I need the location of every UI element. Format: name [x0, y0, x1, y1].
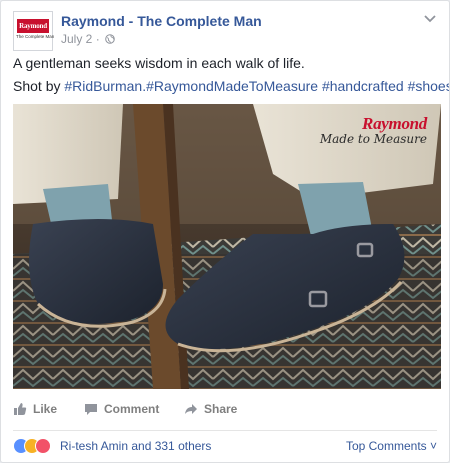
like-label: Like — [33, 402, 58, 416]
photo-brand-name: Raymond — [362, 114, 427, 133]
like-button[interactable]: Like — [13, 402, 57, 416]
post-photo[interactable]: Raymond Made to Measure — [13, 104, 441, 389]
post-date[interactable]: July 2 — [61, 32, 92, 46]
reaction-summary[interactable]: Ri-tesh Amin and 331 others — [60, 439, 211, 453]
shot-by-label: Shot by — [13, 78, 65, 94]
reactions-row: Ri-tesh Amin and 331 others Top Comments… — [13, 435, 437, 457]
comment-label: Comment — [104, 402, 160, 416]
post-text-line2: Shot by #RidBurman.#RaymondMadeToMeasure… — [13, 78, 449, 94]
meta-separator: · — [92, 32, 104, 46]
globe-icon[interactable] — [105, 34, 115, 44]
post-meta: July 2 · — [61, 32, 115, 46]
page-name-link[interactable]: Raymond - The Complete Man — [61, 13, 262, 29]
reaction-icons[interactable] — [13, 438, 61, 454]
avatar-logo: Raymond — [17, 19, 49, 33]
chevron-down-icon[interactable] — [423, 13, 437, 25]
share-icon — [185, 404, 197, 414]
photo-brand-overlay: Raymond Made to Measure — [320, 114, 427, 146]
action-bar: Like Comment Share — [13, 396, 437, 431]
comment-icon — [85, 404, 97, 415]
love-reaction-icon — [35, 438, 51, 454]
post-card: Raymond The Complete Man Raymond - The C… — [0, 0, 450, 463]
thumbs-up-icon — [14, 403, 27, 415]
comment-button[interactable]: Comment — [84, 402, 159, 416]
post-header: Raymond The Complete Man Raymond - The C… — [13, 11, 437, 51]
photo-brand-subtitle: Made to Measure — [319, 132, 427, 146]
page-avatar[interactable]: Raymond The Complete Man — [13, 11, 55, 51]
hashtag-links[interactable]: #RidBurman.#RaymondMadeToMeasure #handcr… — [64, 78, 449, 94]
top-comments-dropdown[interactable]: Top Comments ˅ — [346, 439, 437, 453]
share-button[interactable]: Share — [184, 402, 237, 416]
avatar-tagline: The Complete Man — [16, 34, 55, 39]
share-label: Share — [204, 402, 238, 416]
post-text-line1: A gentleman seeks wisdom in each walk of… — [13, 55, 305, 71]
shoe-photo-illustration — [13, 104, 441, 389]
